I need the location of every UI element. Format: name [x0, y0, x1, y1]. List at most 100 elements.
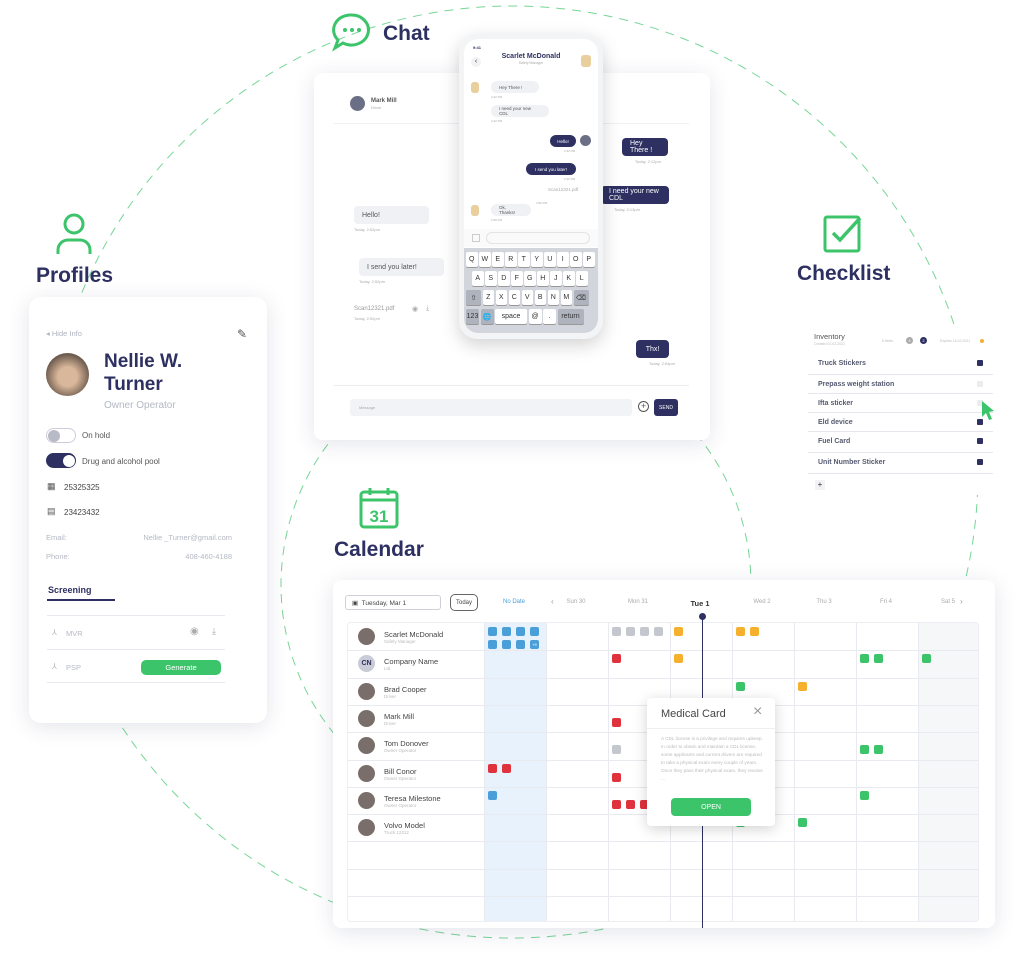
row-name[interactable]: Volvo Model — [384, 821, 425, 830]
event-grey-marker[interactable] — [654, 627, 663, 636]
key-v[interactable]: V — [521, 290, 533, 305]
event-red-marker[interactable] — [626, 799, 635, 809]
column-header-thu-3[interactable]: Thu 3 — [793, 599, 855, 605]
key-k[interactable]: K — [563, 271, 575, 286]
event-blue-marker[interactable] — [488, 627, 497, 636]
file-attachment[interactable]: Scan12321.pdf — [354, 306, 394, 312]
key-f[interactable]: F — [511, 271, 523, 286]
key-@[interactable]: @ — [528, 309, 542, 324]
key-n[interactable]: N — [547, 290, 559, 305]
file-attachment[interactable]: Scan12321.pdf — [548, 187, 578, 192]
key-d[interactable]: D — [498, 271, 510, 286]
event-green-marker[interactable] — [860, 790, 869, 800]
key-g[interactable]: G — [524, 271, 536, 286]
event-grey-marker[interactable] — [626, 627, 635, 636]
event-green-marker[interactable] — [874, 745, 883, 755]
row-name[interactable]: Mark Mill — [384, 712, 414, 721]
event-red-marker[interactable] — [612, 799, 621, 809]
event-red-marker[interactable] — [488, 763, 497, 773]
row-name[interactable]: Company Name — [384, 657, 438, 666]
key-c[interactable]: C — [508, 290, 520, 305]
key-h[interactable]: H — [537, 271, 549, 286]
column-header-mon-31[interactable]: Mon 31 — [607, 599, 669, 605]
send-button[interactable]: SEND — [654, 399, 678, 416]
event-blue-marker[interactable] — [488, 790, 497, 800]
key-s[interactable]: S — [485, 271, 497, 286]
key-q[interactable]: Q — [466, 252, 478, 267]
add-item-button[interactable]: + — [815, 480, 825, 490]
event-orange-marker[interactable] — [736, 627, 745, 636]
key-t[interactable]: T — [518, 252, 530, 267]
row-name[interactable]: Tom Donover — [384, 739, 429, 748]
key-z[interactable]: Z — [482, 290, 494, 305]
event-blue-marker[interactable] — [488, 640, 497, 649]
checkbox-checked[interactable] — [977, 360, 983, 366]
column-header-tue-1[interactable]: Tue 1 — [669, 599, 731, 608]
key-return[interactable]: return — [557, 309, 584, 324]
eye-icon[interactable]: ◉ — [412, 305, 418, 313]
event-orange-marker[interactable] — [674, 627, 683, 636]
key-x[interactable]: X — [495, 290, 507, 305]
key-w[interactable]: W — [479, 252, 491, 267]
on-hold-toggle[interactable] — [46, 428, 76, 443]
key-.[interactable]: . — [543, 309, 556, 324]
event-orange-marker[interactable] — [798, 681, 807, 691]
event-green-marker[interactable] — [922, 654, 931, 664]
generate-button[interactable]: Generate — [141, 660, 221, 675]
key-u[interactable]: U — [544, 252, 556, 267]
tab-screening[interactable]: Screening — [48, 585, 92, 595]
key-🌐[interactable]: 🌐 — [480, 309, 494, 324]
row-name[interactable]: Bill Conor — [384, 767, 417, 776]
download-icon[interactable]: ⤓ — [212, 626, 216, 637]
eye-icon[interactable]: ◉ — [190, 626, 199, 637]
event-red-marker[interactable] — [612, 717, 621, 727]
key-o[interactable]: O — [570, 252, 582, 267]
column-header-no-date[interactable]: No Date — [483, 599, 545, 605]
close-icon[interactable]: × — [753, 703, 762, 721]
today-button[interactable]: Today — [450, 594, 478, 611]
key-j[interactable]: J — [550, 271, 562, 286]
date-picker[interactable]: ▣ Tuesday, Mar 1 — [345, 595, 441, 610]
key-⇧[interactable]: ⇧ — [466, 290, 481, 305]
checkbox-checked[interactable] — [977, 438, 983, 444]
column-header-wed-2[interactable]: Wed 2 — [731, 599, 793, 605]
key-m[interactable]: M — [560, 290, 572, 305]
event-orange-marker[interactable] — [674, 654, 683, 664]
checkbox-unchecked[interactable] — [977, 381, 983, 387]
row-name[interactable]: Scarlet McDonald — [384, 630, 443, 639]
event-green-marker[interactable] — [860, 654, 869, 664]
key-y[interactable]: Y — [531, 252, 543, 267]
key-⌫[interactable]: ⌫ — [573, 290, 589, 305]
event-blue-marker[interactable] — [516, 640, 525, 649]
open-button[interactable]: OPEN — [671, 798, 751, 816]
event-grey-marker[interactable] — [612, 627, 621, 636]
hide-info-link[interactable]: ◂ Hide Info — [46, 329, 82, 338]
key-p[interactable]: P — [583, 252, 595, 267]
event-green-marker[interactable] — [874, 654, 883, 664]
key-l[interactable]: L — [576, 271, 588, 286]
key-space[interactable]: space — [495, 309, 527, 324]
event-blue-marker[interactable] — [502, 640, 511, 649]
event-blue-marker[interactable]: +9 — [530, 640, 539, 649]
key-a[interactable]: A — [472, 271, 484, 286]
drug-alcohol-pool-toggle[interactable] — [46, 453, 76, 468]
event-orange-marker[interactable] — [750, 627, 759, 636]
row-name[interactable]: Teresa Milestone — [384, 794, 441, 803]
event-grey-marker[interactable] — [612, 745, 621, 755]
key-e[interactable]: E — [492, 252, 504, 267]
checkbox-checked[interactable] — [977, 459, 983, 465]
event-blue-marker[interactable] — [530, 627, 539, 636]
event-red-marker[interactable] — [612, 772, 621, 782]
image-icon[interactable] — [472, 234, 480, 242]
column-header-fri-4[interactable]: Fri 4 — [855, 599, 917, 605]
event-grey-marker[interactable] — [640, 627, 649, 636]
column-header-sat-5[interactable]: Sat 5 — [917, 599, 979, 605]
key-123[interactable]: 123 — [466, 309, 479, 324]
column-header-sun-30[interactable]: Sun 30 — [545, 599, 607, 605]
key-i[interactable]: I — [557, 252, 569, 267]
row-name[interactable]: Brad Cooper — [384, 685, 427, 694]
event-green-marker[interactable] — [860, 745, 869, 755]
message-input[interactable]: Message — [350, 399, 632, 416]
event-blue-marker[interactable] — [516, 627, 525, 636]
event-green-marker[interactable] — [736, 681, 745, 691]
